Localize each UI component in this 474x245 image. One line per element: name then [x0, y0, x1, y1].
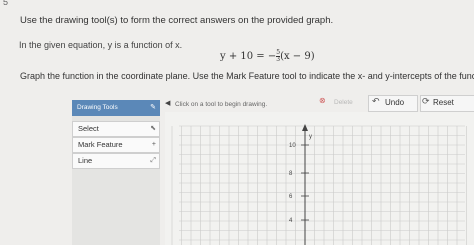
given-text: In the given equation, y is a function o…: [19, 40, 183, 50]
undo-label: Undo: [385, 98, 405, 107]
equation: y + 10 = −5 3 (x − 9): [220, 49, 315, 63]
collapse-caret-icon[interactable]: ◀: [165, 99, 170, 107]
y-tick-label: 10: [289, 143, 296, 149]
gridlines: [171, 125, 467, 245]
y-tick-label: 8: [289, 171, 293, 177]
y-axis-label: y: [309, 134, 312, 140]
delete-icon: ⊗: [319, 96, 326, 105]
reset-label: Reset: [433, 98, 454, 107]
tool-line[interactable]: Line ⤢: [72, 153, 160, 169]
y-tick-label: 6: [289, 194, 293, 200]
instruction-text: Use the drawing tool(s) to form the corr…: [20, 15, 334, 26]
question-number: 5: [3, 0, 9, 7]
grid[interactable]: y 10864: [165, 112, 474, 245]
tool-select-label: Select: [78, 124, 99, 133]
delete-label: Delete: [334, 99, 353, 106]
plus-icon: +: [151, 141, 156, 148]
line-icon: ⤢: [150, 157, 156, 164]
pencil-icon: ✎: [150, 104, 156, 111]
cursor-icon: ⬉: [150, 125, 156, 132]
y-ticks: 10864: [289, 143, 309, 224]
coordinate-plane[interactable]: y 10 8 6 4: [165, 112, 474, 245]
y-axis-arrow: [302, 124, 308, 131]
reset-icon: ⟳: [422, 96, 430, 106]
toolbar-hint: Click on a tool to begin drawing.: [175, 101, 268, 108]
graph-instruction: Graph the function in the coordinate pla…: [20, 71, 474, 81]
tool-mark-feature[interactable]: Mark Feature +: [72, 137, 160, 153]
tool-select[interactable]: Select ⬉: [72, 121, 160, 137]
drawing-tools-header: Drawing Tools ✎: [72, 100, 160, 116]
drawing-tools-title: Drawing Tools: [77, 104, 118, 111]
tool-line-label: Line: [78, 156, 93, 165]
undo-icon: ↶: [372, 96, 380, 106]
tool-mark-feature-label: Mark Feature: [78, 140, 123, 149]
